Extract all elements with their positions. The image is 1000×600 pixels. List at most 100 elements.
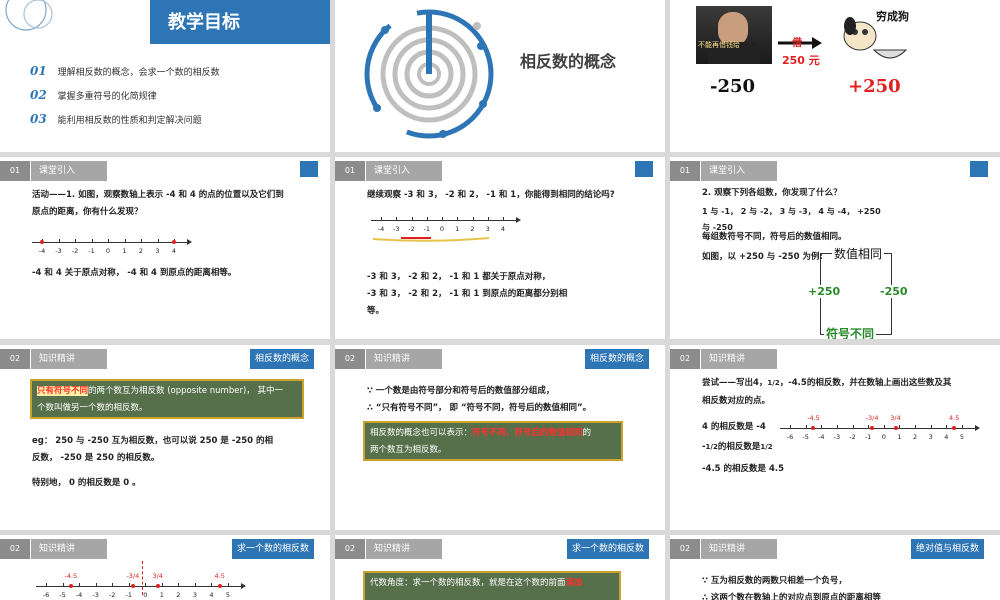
groups-example: 如图，以 +250 与 -250 为例: [702, 252, 823, 262]
slide-find-opposite[interactable]: 02 知识精讲 求一个数的相反数 -6 -5 -4 -3 -2 -1 0 1 2 3 4 5 -4.5 -3/… [0, 535, 330, 600]
slide-concept-title[interactable]: 相反数的概念 [335, 0, 665, 152]
answer-2: -1/2的相反数是1/2 [702, 442, 773, 452]
tick-label: -6 [42, 591, 50, 599]
tick-label: -6 [786, 433, 794, 441]
slide-header: 01 课堂引入 [670, 161, 990, 181]
point-label: -4.5 [807, 414, 820, 422]
groups-list: 1 与 -1， 2 与 -2， 3 与 -3， 4 与 -4， +250 [702, 207, 881, 216]
observe-text: 继续观察 -3 和 3， -2 和 2， -1 和 1，你能得到相同的结论吗? [367, 190, 615, 200]
tick-label: -3 [55, 247, 62, 255]
abs-line-1: ∵ 互为相反数的两数只相差一个负号， [702, 576, 847, 586]
reason-line-1: ∵ 一个数是由符号部分和符号后的数值部分组成， [367, 386, 555, 396]
left-value: -250 [710, 76, 756, 97]
slide-definition-alt[interactable]: 02 知识精讲 相反数的概念 ∵ 一个数是由符号部分和符号后的数值部分组成， ∴ “… [335, 345, 665, 530]
observe-conclusion-2: -3 和 3， -2 和 2， -1 和 1 到原点的距离都分别相 [367, 289, 568, 299]
axis-tick [46, 583, 47, 587]
slide-intro-activity[interactable]: 01 课堂引入 活动——1. 如图，观察数轴上表示 -4 和 4 的点的位置以及它… [0, 157, 330, 339]
tick-label: -4 [818, 433, 825, 441]
observe-conclusion-1: -3 和 3， -2 和 2， -1 和 1 都关于原点对称， [367, 272, 551, 282]
axis-tick [108, 239, 109, 243]
example-line-2: 反数， -250 是 250 的相反数。 [32, 453, 160, 463]
reason-line-2: ∴ “只有符号不同”， 即 “符号不同，符号后的数值相同”。 [367, 403, 592, 413]
tick-label: -3 [833, 433, 841, 441]
slide-header: 01 课堂引入 [0, 161, 320, 181]
axis-tick [141, 239, 142, 243]
axis-tick [95, 583, 97, 587]
money-label: 250 元 [782, 54, 820, 67]
point-label: 3/4 [152, 572, 163, 580]
point-marker [155, 584, 160, 588]
right-value: +250 [848, 76, 901, 97]
tick-label: 2 [176, 591, 181, 599]
alt-definition-box: 相反数的概念也可以表示：符号不同，符号后的数值相同的 两个数互为相反数。 [363, 421, 623, 461]
goals-title: 教学目标 [168, 12, 240, 33]
slide-intro-groups[interactable]: 01 课堂引入 2. 观察下列各组数，你发现了什么？ 1 与 -1， 2 与 -2… [670, 157, 1000, 339]
axis-tick [58, 239, 60, 243]
tick-label: 1 [122, 247, 127, 255]
tick-label: -2 [71, 247, 79, 255]
tick-label: 3 [155, 247, 160, 255]
slide-definition[interactable]: 02 知识精讲 相反数的概念 只有符号不同的两个数互为相反数 (opposite n… [0, 345, 330, 530]
axis-tick [883, 425, 885, 429]
slide-money-example[interactable]: 不能再借钱给 借 250 元 穷成狗 -250 +250 [670, 0, 1000, 152]
slide-header: 02 知识精讲 [670, 349, 990, 369]
number-line: -4 -3 -2 -1 0 1 2 3 4 [371, 215, 521, 237]
tick-label: -4 [38, 247, 46, 255]
axis-tick [930, 425, 932, 429]
goals-title-bar: 教学目标 [150, 0, 330, 44]
axis-tick [145, 583, 147, 587]
tick-label: 5 [959, 433, 965, 441]
axis-tick [62, 583, 64, 587]
example-line-1: eg： 250 与 -250 互为相反数，也可以说 250 是 -250 的相 [32, 436, 274, 446]
tick-label: 3 [928, 433, 933, 441]
axis-tick [868, 425, 870, 429]
try-question-2: 相反数对应的点。 [702, 396, 771, 406]
axis-arrow [975, 425, 980, 431]
target-graphic [355, 2, 503, 150]
axis-tick [124, 239, 126, 243]
left-number: +250 [808, 285, 841, 298]
photo-man: 不能再借钱给 [696, 6, 772, 64]
axis-line [371, 220, 517, 221]
axis-tick [442, 217, 443, 221]
tick-label: -1 [88, 247, 95, 255]
point-marker [130, 584, 135, 588]
axis-tick [211, 583, 213, 587]
tick-label: -1 [864, 433, 872, 441]
slide-try[interactable]: 02 知识精讲 尝试——写出4，1/2，-4.5的相反数，并在数轴上画出这些数及其… [670, 345, 1000, 530]
number-line: -4 -3 -2 -1 0 1 2 3 4 [32, 237, 192, 259]
dog-caption: 穷成狗 [876, 10, 909, 23]
axis-tick [503, 217, 504, 221]
tick-label: 2 [913, 433, 918, 441]
right-number: -250 [880, 285, 908, 298]
point-marker [217, 584, 222, 588]
axis-tick [381, 217, 382, 221]
slide-teaching-goals[interactable]: 教学目标 01 理解相反数的概念，会求一个数的相反数 02 掌握多重符号的化简规… [0, 0, 330, 152]
tick-label: 5 [225, 591, 231, 599]
activity-text-1: 活动——1. 如图，观察数轴上表示 -4 和 4 的点的位置以及它们到 [32, 190, 284, 200]
point-marker [172, 240, 176, 244]
highlight-underline [371, 227, 491, 242]
abs-line-2: ∴ 这两个数在数轴上的对应点到原点的距离相等 [702, 593, 881, 600]
tick-label: -2 [849, 433, 856, 441]
tick-label: -2 [108, 591, 116, 599]
tick-label: 4 [171, 247, 177, 255]
point-marker [68, 584, 73, 588]
groups-finding: 每组数符号不同，符号后的数值相同。 [702, 232, 847, 242]
number-line: -6 -5 -4 -3 -2 -1 0 1 2 3 4 5 -4.5 -3/4 3/4 4.5 [36, 572, 246, 600]
axis-tick [915, 425, 917, 429]
axis-tick [426, 217, 428, 221]
slide-abs-opposite[interactable]: 02 知识精讲 绝对值与相反数 ∵ 互为相反数的两数只相差一个负号， ∴ 这两个数在… [670, 535, 1000, 600]
tick-label: 3 [192, 591, 197, 599]
axis-tick [852, 425, 854, 429]
axis-tick [228, 583, 229, 587]
slide-header: 02 知识精讲 求一个数的相反数 [0, 539, 320, 559]
axis-arrow [241, 583, 246, 589]
goal-item-1: 01 理解相反数的概念，会求一个数的相反数 [30, 64, 220, 78]
slide-intro-observe[interactable]: 01 课堂引入 继续观察 -3 和 3， -2 和 2， -1 和 1，你能得到相… [335, 157, 665, 339]
algebra-box: 代数角度：求一个数的相反数，就是在这个数的前面添加 [363, 571, 621, 600]
point-label: 3/4 [890, 414, 901, 422]
decor-circles [4, 0, 56, 42]
slide-algebra[interactable]: 02 知识精讲 求一个数的相反数 代数角度：求一个数的相反数，就是在这个数的前面添加 [335, 535, 665, 600]
axis-tick [157, 239, 159, 243]
